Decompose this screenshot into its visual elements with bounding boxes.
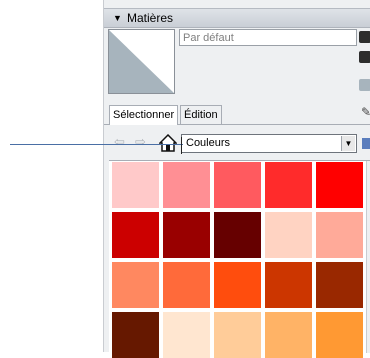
tab-edit[interactable]: Édition — [180, 105, 222, 124]
home-icon[interactable] — [158, 133, 178, 152]
collection-select-value: Couleurs — [186, 137, 231, 149]
material-name-field[interactable]: Par défaut — [179, 29, 357, 46]
color-swatch[interactable] — [265, 212, 312, 258]
color-swatch[interactable] — [112, 162, 159, 208]
swatch-area — [109, 160, 370, 358]
color-swatch[interactable] — [163, 162, 210, 208]
right-arrow-icon[interactable]: ⇨ — [135, 135, 146, 149]
color-swatch[interactable] — [112, 212, 159, 258]
materials-panel: ▼ Matières Par défaut Sélectionner Éditi… — [103, 0, 370, 358]
panel-titlebar[interactable]: ▼ Matières — [104, 8, 370, 28]
color-swatch[interactable] — [163, 312, 210, 358]
color-swatch[interactable] — [214, 312, 261, 358]
color-swatch[interactable] — [265, 162, 312, 208]
sample-swatch-icon — [359, 79, 370, 91]
color-swatch[interactable] — [316, 212, 363, 258]
color-swatch[interactable] — [112, 262, 159, 308]
tab-select[interactable]: Sélectionner — [109, 105, 179, 125]
left-arrow-icon[interactable]: ⇦ — [114, 135, 125, 149]
chevron-down-icon[interactable]: ▼ — [341, 136, 355, 151]
create-material-icon[interactable] — [359, 31, 370, 43]
details-icon[interactable] — [362, 138, 370, 149]
triangle-down-icon[interactable]: ▼ — [113, 9, 122, 27]
paint-icon[interactable] — [359, 51, 370, 63]
color-swatch[interactable] — [214, 262, 261, 308]
side-icons — [359, 29, 370, 101]
color-swatch-grid — [112, 162, 363, 358]
annotation-arrow-line — [10, 144, 183, 145]
vertical-scrollbar[interactable] — [366, 161, 370, 353]
panel-title: Matières — [127, 11, 174, 25]
color-swatch[interactable] — [316, 162, 363, 208]
color-swatch[interactable] — [163, 212, 210, 258]
color-swatch[interactable] — [265, 262, 312, 308]
collection-select[interactable]: Couleurs ▼ — [181, 134, 357, 153]
text-cursor — [181, 137, 182, 154]
eyedropper-icon[interactable]: ✎ — [361, 105, 370, 119]
color-swatch[interactable] — [316, 312, 363, 358]
material-preview — [108, 29, 175, 94]
color-swatch[interactable] — [163, 262, 210, 308]
tab-bar: Sélectionner Édition ✎ — [104, 100, 370, 125]
color-swatch[interactable] — [214, 212, 261, 258]
color-swatch[interactable] — [112, 312, 159, 358]
color-swatch[interactable] — [316, 262, 363, 308]
color-swatch[interactable] — [265, 312, 312, 358]
color-swatch[interactable] — [214, 162, 261, 208]
